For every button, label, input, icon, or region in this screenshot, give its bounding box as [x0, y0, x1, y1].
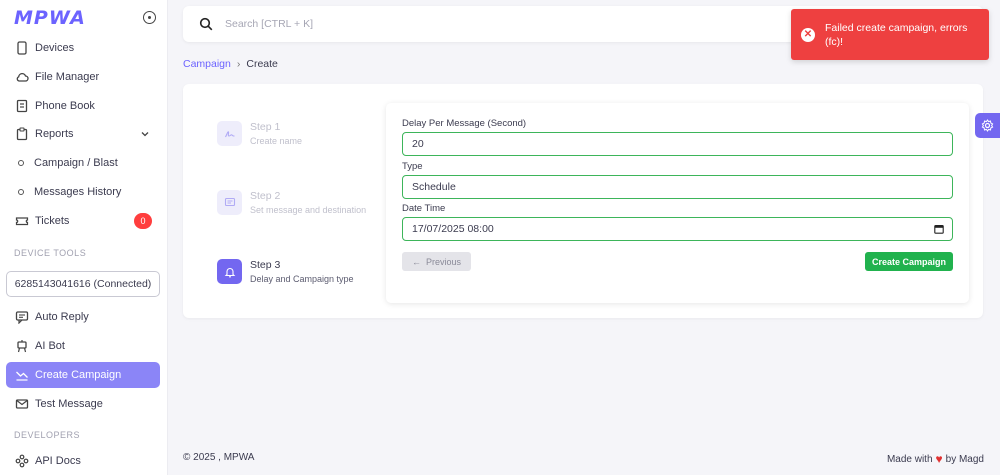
calendar-icon[interactable]: [934, 224, 944, 234]
type-select[interactable]: Schedule: [402, 175, 953, 199]
chevron-right-icon: ›: [236, 58, 241, 70]
previous-button-label: Previous: [425, 256, 461, 267]
settings-button[interactable]: [975, 113, 1000, 138]
previous-button[interactable]: ← Previous: [402, 252, 471, 271]
sidebar-item-label: Phone Book: [35, 100, 95, 112]
sidebar-item-label: API Docs: [35, 455, 81, 467]
app-logo[interactable]: MPWA: [14, 7, 86, 29]
sidebar-item-label: Create Campaign: [35, 369, 122, 381]
search-icon: [199, 17, 213, 31]
section-label-developers: DEVELOPERS: [14, 430, 81, 440]
sidebar-item-label: AI Bot: [35, 340, 65, 352]
heart-icon: ♥: [935, 452, 943, 466]
sidebar-item-label: Auto Reply: [35, 311, 89, 323]
sidebar-item-label: Devices: [35, 42, 75, 54]
signature-icon: [217, 121, 242, 146]
sidebar-item-label: File Manager: [35, 71, 100, 83]
tickets-count-badge: 0: [134, 213, 152, 229]
search-input[interactable]: Search [CTRL + K]: [225, 18, 313, 30]
sidebar-item-label: Messages History: [34, 186, 122, 198]
chat-icon: [217, 190, 242, 215]
ticket-icon: [15, 214, 29, 228]
step-3-form: Delay Per Message (Second) 20 Type Sched…: [386, 103, 969, 303]
robot-icon: [15, 339, 29, 353]
sidebar-item-ai-bot[interactable]: AI Bot: [6, 333, 160, 359]
error-toast[interactable]: ✕ Failed create campaign, errors (fc)!: [791, 9, 989, 60]
campaign-wizard-card: Step 1 Create name Step 2 Set message an…: [183, 84, 983, 318]
sidebar-item-devices[interactable]: Devices: [6, 35, 160, 61]
create-campaign-button[interactable]: Create Campaign: [865, 252, 953, 271]
sidebar-item-tickets[interactable]: Tickets 0: [6, 208, 160, 234]
footer-made-with: Made with: [886, 453, 933, 465]
message-icon: [15, 310, 29, 324]
step-title: Step 3: [250, 259, 281, 271]
footer-copyright: © 2025 , MPWA: [183, 452, 255, 463]
delay-label: Delay Per Message (Second): [402, 118, 527, 129]
bell-icon: [217, 259, 242, 284]
logo-row: MPWA: [14, 8, 160, 28]
footer-credit: Made with ♥ by Magd: [887, 452, 984, 466]
error-icon: ✕: [801, 27, 815, 42]
step-2[interactable]: Step 2 Set message and destination: [217, 190, 366, 217]
datetime-value: 17/07/2025 08:00: [412, 223, 494, 235]
sidebar-item-create-campaign[interactable]: Create Campaign: [6, 362, 160, 388]
step-title: Step 1: [250, 121, 281, 133]
sidebar-item-messages-history[interactable]: Messages History: [6, 179, 160, 205]
datetime-label: Date Time: [402, 203, 446, 214]
clipboard-icon: [15, 127, 29, 141]
breadcrumb: Campaign › Create: [183, 58, 278, 70]
sidebar-item-campaign-blast[interactable]: Campaign / Blast: [6, 150, 160, 176]
toast-message: Failed create campaign, errors (fc)!: [825, 21, 968, 48]
api-icon: [15, 454, 29, 468]
delay-input[interactable]: 20: [402, 132, 953, 156]
step-desc: Delay and Campaign type: [250, 274, 354, 284]
gear-icon: [981, 119, 994, 132]
mail-icon: [15, 397, 29, 411]
step-1[interactable]: Step 1 Create name: [217, 121, 302, 148]
step-desc: Set message and destination: [250, 205, 367, 215]
breadcrumb-link-campaign[interactable]: Campaign: [183, 58, 231, 70]
circle-icon: [18, 160, 24, 166]
sidebar-toggle-icon[interactable]: [143, 11, 156, 24]
sidebar-item-label: Test Message: [35, 398, 103, 410]
book-icon: [15, 99, 29, 113]
sidebar-item-test-message[interactable]: Test Message: [6, 391, 160, 417]
sidebar-item-api-docs[interactable]: API Docs: [6, 448, 160, 474]
breadcrumb-current: Create: [246, 58, 278, 70]
sidebar-item-label: Tickets: [35, 215, 70, 227]
sidebar-item-phone-book[interactable]: Phone Book: [6, 93, 160, 119]
sidebar-item-reports[interactable]: Reports: [6, 121, 160, 147]
chevron-down-icon: [140, 129, 150, 142]
sidebar-item-label: Campaign / Blast: [34, 157, 118, 169]
section-label-device-tools: DEVICE TOOLS: [14, 248, 87, 258]
circle-icon: [18, 189, 24, 195]
step-3[interactable]: Step 3 Delay and Campaign type: [217, 259, 354, 286]
arrow-left-icon: ←: [411, 256, 421, 267]
type-label: Type: [402, 161, 423, 172]
campaign-icon: [15, 368, 29, 382]
datetime-input[interactable]: 17/07/2025 08:00: [402, 217, 953, 241]
sidebar-item-label: Reports: [35, 128, 74, 140]
sidebar: MPWA Devices File Manager Phone Book Rep…: [0, 0, 168, 475]
step-title: Step 2: [250, 190, 281, 202]
footer-author[interactable]: by Magd: [946, 454, 984, 465]
sidebar-item-auto-reply[interactable]: Auto Reply: [6, 304, 160, 330]
step-desc: Create name: [250, 136, 303, 146]
device-select[interactable]: 6285143041616 (Connected): [6, 271, 160, 297]
sidebar-item-file-manager[interactable]: File Manager: [6, 64, 160, 90]
cloud-icon: [15, 70, 29, 84]
phone-icon: [15, 41, 29, 55]
